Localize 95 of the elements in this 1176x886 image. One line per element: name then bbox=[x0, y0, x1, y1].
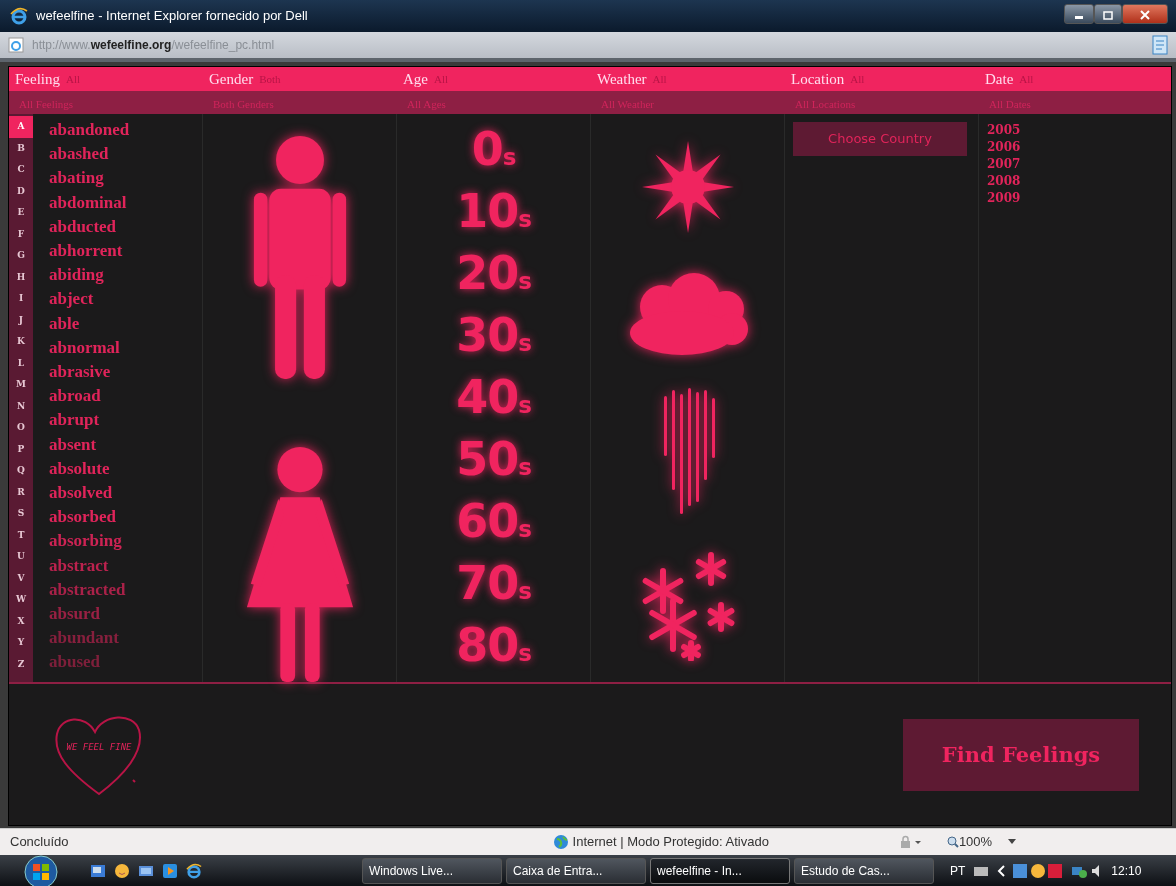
letter-tab[interactable]: C bbox=[9, 159, 33, 181]
letter-tab[interactable]: W bbox=[9, 589, 33, 611]
year-option[interactable]: 2005 bbox=[987, 122, 1171, 139]
close-button[interactable] bbox=[1122, 4, 1168, 24]
close-icon bbox=[1140, 10, 1150, 21]
window-title: wefeelfine - Internet Explorer fornecido por Dell bbox=[36, 7, 308, 26]
caret-icon[interactable] bbox=[1008, 839, 1017, 845]
letter-tab[interactable]: O bbox=[9, 417, 33, 439]
clock: 12:10 bbox=[1111, 862, 1142, 880]
feeling-word[interactable]: abrasive bbox=[49, 360, 130, 385]
minimize-button[interactable] bbox=[1064, 4, 1094, 24]
letter-tab[interactable]: L bbox=[9, 352, 33, 374]
feeling-word[interactable]: abstracted bbox=[49, 577, 130, 603]
choose-country-button[interactable]: Choose Country bbox=[793, 122, 967, 156]
language-indicator[interactable]: PT bbox=[950, 861, 966, 880]
feeling-word[interactable]: abject bbox=[49, 287, 130, 312]
feeling-word[interactable]: abstract bbox=[49, 553, 130, 578]
browser-icon bbox=[10, 7, 28, 25]
security-zone-text: Internet | Modo Protegido: Ativado bbox=[572, 833, 769, 852]
browser-icon[interactable] bbox=[186, 862, 202, 879]
feeling-word[interactable]: absolved bbox=[49, 481, 130, 506]
taskbar-button[interactable]: Caixa de Entra... bbox=[506, 857, 646, 884]
feeling-word[interactable]: abandoned bbox=[49, 118, 130, 143]
restore-button[interactable] bbox=[1094, 4, 1122, 24]
year-option[interactable]: 2008 bbox=[987, 173, 1171, 190]
page-icon bbox=[8, 37, 24, 53]
letter-tab[interactable]: E bbox=[9, 202, 33, 224]
letter-tab[interactable]: S bbox=[9, 503, 33, 525]
letter-tab[interactable]: T bbox=[9, 524, 33, 546]
letter-tab[interactable]: M bbox=[9, 374, 33, 396]
letter-tab[interactable]: P bbox=[9, 438, 33, 460]
feeling-word[interactable]: abiding bbox=[49, 263, 130, 288]
find-feelings-button[interactable]: Find Feelings bbox=[903, 718, 1139, 791]
filter-summary: All Locations bbox=[795, 98, 856, 110]
smiley-icon[interactable] bbox=[114, 862, 130, 879]
feeling-word[interactable]: absorbing bbox=[49, 529, 130, 554]
feeling-word[interactable]: absorbed bbox=[49, 505, 130, 530]
year-option[interactable]: 2009 bbox=[987, 190, 1171, 207]
filter-summary: All Feelings bbox=[19, 98, 74, 110]
logo-text: WE FEEL FINE bbox=[66, 741, 132, 752]
letter-tab[interactable]: K bbox=[9, 331, 33, 353]
year-option[interactable]: 2007 bbox=[987, 156, 1171, 173]
zoom-level[interactable]: 100% bbox=[958, 832, 993, 852]
letter-tab[interactable]: Z bbox=[9, 653, 33, 675]
filter-label[interactable]: Gender bbox=[209, 67, 254, 91]
feeling-word[interactable]: abdominal bbox=[49, 190, 130, 215]
letter-tab[interactable]: D bbox=[9, 180, 33, 202]
chevron-icon[interactable] bbox=[997, 864, 1006, 877]
filter-label[interactable]: Weather bbox=[597, 67, 647, 91]
keyboard-icon[interactable] bbox=[973, 864, 990, 877]
feeling-word[interactable]: abashed bbox=[49, 142, 130, 167]
year-option[interactable]: 2006 bbox=[987, 139, 1171, 156]
taskbar-button[interactable]: wefeelfine - In... bbox=[650, 857, 790, 884]
restore-icon bbox=[1103, 10, 1113, 21]
letter-tab[interactable]: F bbox=[9, 223, 33, 245]
filter-label[interactable]: Age bbox=[403, 67, 428, 91]
letter-tab[interactable]: R bbox=[9, 481, 33, 503]
letter-tab[interactable]: H bbox=[9, 266, 33, 288]
letter-tab[interactable]: X bbox=[9, 610, 33, 632]
letter-tab[interactable]: Y bbox=[9, 632, 33, 654]
letter-tab[interactable]: Q bbox=[9, 460, 33, 482]
letter-tab[interactable]: U bbox=[9, 546, 33, 568]
letter-tab[interactable]: I bbox=[9, 288, 33, 310]
globe-icon bbox=[552, 834, 569, 850]
feeling-word[interactable]: abhorrent bbox=[49, 239, 130, 264]
zoom-icon bbox=[946, 836, 959, 848]
feeling-word[interactable]: abducted bbox=[49, 214, 130, 239]
filter-summary: Both Genders bbox=[213, 98, 274, 110]
feeling-word[interactable]: abroad bbox=[49, 384, 130, 409]
letter-tab[interactable]: B bbox=[9, 137, 33, 159]
feeling-word[interactable]: absurd bbox=[49, 602, 130, 627]
media-player-icon[interactable] bbox=[162, 862, 178, 879]
filter-label[interactable]: Date bbox=[985, 67, 1014, 91]
feeling-word[interactable]: absolute bbox=[49, 456, 130, 482]
letter-tab[interactable]: V bbox=[9, 567, 33, 589]
letter-tab[interactable]: J bbox=[9, 309, 33, 331]
letter-tab[interactable]: G bbox=[9, 245, 33, 267]
feeling-word[interactable]: abrupt bbox=[49, 408, 130, 433]
feeling-word[interactable]: abating bbox=[49, 166, 130, 191]
status-text: Concluído bbox=[10, 833, 69, 852]
filter-summary: All Dates bbox=[989, 98, 1031, 110]
feeling-word[interactable]: able bbox=[49, 311, 130, 336]
taskbar-button[interactable]: Estudo de Cas... bbox=[794, 857, 934, 884]
filter-label[interactable]: Feeling bbox=[15, 67, 60, 91]
filter-summary: All Weather bbox=[601, 98, 654, 110]
taskbar-button[interactable]: Windows Live... bbox=[362, 857, 502, 884]
address-field[interactable]: http://www.wefeelfine.org/wefeelfine_pc.html bbox=[32, 36, 275, 54]
desktop-icon[interactable] bbox=[90, 862, 106, 879]
feeling-word[interactable]: absent bbox=[49, 432, 130, 457]
filter-summary: All Ages bbox=[407, 98, 446, 110]
tray-icons[interactable] bbox=[1013, 862, 1064, 879]
feeling-word[interactable]: abnormal bbox=[49, 335, 130, 361]
letter-tab[interactable]: N bbox=[9, 395, 33, 417]
letter-tab[interactable]: A bbox=[9, 116, 33, 138]
filter-label[interactable]: Location bbox=[791, 67, 845, 91]
